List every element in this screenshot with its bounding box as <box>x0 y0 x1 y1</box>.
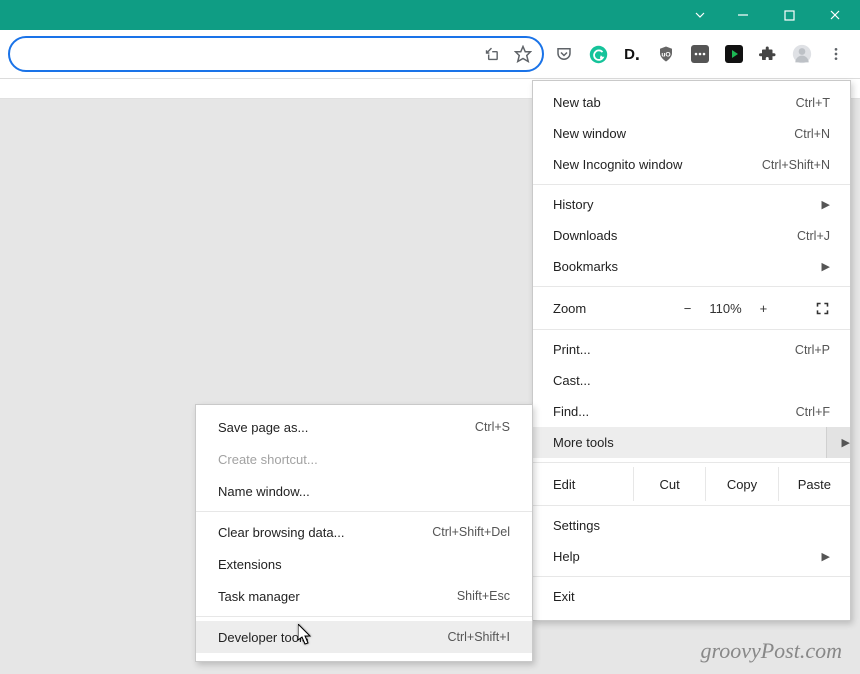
menu-separator <box>533 576 850 577</box>
submenu-create-shortcut: Create shortcut... <box>196 443 532 475</box>
pocket-icon[interactable] <box>554 44 574 64</box>
menu-zoom-row: Zoom − 110% + <box>533 291 850 325</box>
zoom-in-button[interactable]: + <box>760 301 768 316</box>
tab-search-button[interactable] <box>680 0 720 30</box>
menu-separator <box>533 329 850 330</box>
zoom-label: Zoom <box>553 301 643 316</box>
chevron-right-icon: ▶ <box>822 550 830 563</box>
menu-edit-row: Edit Cut Copy Paste <box>533 467 850 501</box>
menu-separator <box>533 286 850 287</box>
submenu-developer-tools[interactable]: Developer toolsCtrl+Shift+I <box>196 621 532 653</box>
menu-downloads[interactable]: DownloadsCtrl+J <box>533 220 850 251</box>
fullscreen-button[interactable] <box>808 301 836 316</box>
menu-history[interactable]: History▶ <box>533 189 850 220</box>
submenu-name-window[interactable]: Name window... <box>196 475 532 507</box>
star-icon[interactable] <box>514 45 532 63</box>
svg-text:uO: uO <box>661 51 670 58</box>
submenu-task-manager[interactable]: Task managerShift+Esc <box>196 580 532 612</box>
grammarly-icon[interactable] <box>588 44 608 64</box>
edit-label: Edit <box>533 467 633 501</box>
extension-icons: D. uO <box>554 44 852 64</box>
profile-avatar-icon[interactable] <box>792 44 812 64</box>
menu-new-tab[interactable]: New tabCtrl+T <box>533 87 850 118</box>
menu-separator <box>533 462 850 463</box>
share-icon[interactable] <box>482 45 500 63</box>
chrome-main-menu: New tabCtrl+T New windowCtrl+N New Incog… <box>532 80 851 621</box>
extensions-puzzle-icon[interactable] <box>758 44 778 64</box>
watermark-text: groovyPost.com <box>700 638 842 664</box>
menu-separator <box>196 511 532 512</box>
menu-separator <box>533 505 850 506</box>
window-minimize-button[interactable] <box>720 0 766 30</box>
extension-icon-grid[interactable] <box>690 44 710 64</box>
zoom-out-button[interactable]: − <box>684 301 692 316</box>
extension-icon-play[interactable] <box>724 44 744 64</box>
chevron-right-icon: ▶ <box>842 436 850 449</box>
chevron-right-icon: ▶ <box>822 260 830 273</box>
window-maximize-button[interactable] <box>766 0 812 30</box>
address-bar[interactable] <box>8 36 544 72</box>
menu-print[interactable]: Print...Ctrl+P <box>533 334 850 365</box>
more-tools-submenu: Save page as...Ctrl+S Create shortcut...… <box>195 404 533 662</box>
menu-separator <box>533 184 850 185</box>
edit-copy-button[interactable]: Copy <box>705 467 777 501</box>
menu-separator <box>196 616 532 617</box>
menu-exit[interactable]: Exit <box>533 581 850 612</box>
menu-bookmarks[interactable]: Bookmarks▶ <box>533 251 850 282</box>
edit-cut-button[interactable]: Cut <box>633 467 705 501</box>
menu-help[interactable]: Help▶ <box>533 541 850 572</box>
ublock-icon[interactable]: uO <box>656 44 676 64</box>
chevron-right-icon: ▶ <box>822 198 830 211</box>
submenu-save-page[interactable]: Save page as...Ctrl+S <box>196 411 532 443</box>
edit-paste-button[interactable]: Paste <box>778 467 850 501</box>
darkreader-icon[interactable]: D. <box>622 44 642 64</box>
menu-find[interactable]: Find...Ctrl+F <box>533 396 850 427</box>
submenu-extensions[interactable]: Extensions <box>196 548 532 580</box>
menu-settings[interactable]: Settings <box>533 510 850 541</box>
kebab-menu-icon[interactable] <box>826 44 846 64</box>
menu-new-incognito[interactable]: New Incognito windowCtrl+Shift+N <box>533 149 850 180</box>
zoom-value: 110% <box>709 301 741 316</box>
menu-more-tools[interactable]: More tools▶ <box>533 427 850 458</box>
menu-new-window[interactable]: New windowCtrl+N <box>533 118 850 149</box>
window-close-button[interactable] <box>812 0 858 30</box>
window-titlebar <box>0 0 860 30</box>
browser-toolbar: D. uO <box>0 30 860 79</box>
menu-cast[interactable]: Cast... <box>533 365 850 396</box>
submenu-clear-browsing-data[interactable]: Clear browsing data...Ctrl+Shift+Del <box>196 516 532 548</box>
